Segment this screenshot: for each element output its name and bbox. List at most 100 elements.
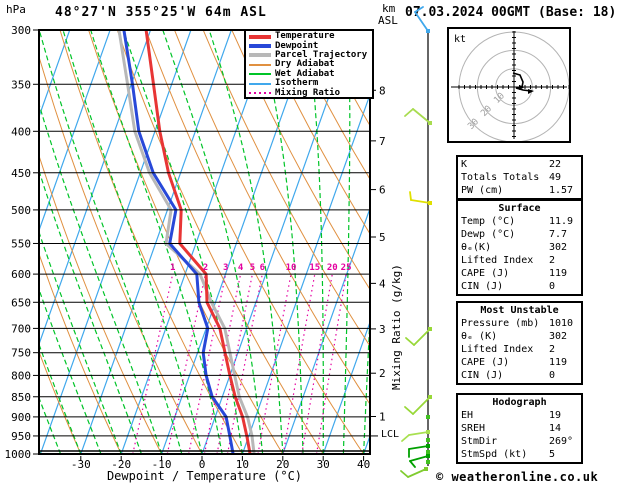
wind-barb-segment bbox=[409, 191, 412, 201]
table-row: Lifted Index 2 bbox=[461, 343, 578, 356]
row-label: SREH bbox=[461, 423, 486, 434]
mixing-ratio-value-label: 4 bbox=[238, 263, 244, 273]
row-label: Totals Totals bbox=[461, 172, 540, 183]
hodograph-stats-panel: Hodograph EH 19 SREH 14 StmDir 269° StmSpd … bbox=[456, 393, 583, 464]
row-label: Dewp (°C) bbox=[461, 229, 516, 240]
row-label: CIN (J) bbox=[461, 370, 504, 381]
row-label: Temp (°C) bbox=[461, 216, 516, 227]
row-label: CAPE (J) bbox=[461, 357, 510, 368]
dewpoint-line-swatch bbox=[249, 44, 271, 49]
table-row: Pressure (mb) 1010 bbox=[461, 317, 578, 330]
pressure-tick-label: 700 bbox=[11, 322, 31, 335]
mixing-ratio-value-label: 5 bbox=[250, 263, 255, 273]
wind-barb-segment bbox=[414, 6, 424, 13]
row-value: 1010 bbox=[549, 318, 574, 329]
wind-barb-segment bbox=[414, 11, 429, 32]
mixing-ratio-axis-label: Mixing Ratio (g/kg) bbox=[390, 264, 403, 390]
row-value: 2 bbox=[549, 255, 556, 266]
table-row: StmSpd (kt) 5 bbox=[461, 448, 578, 461]
pressure-tick-label: 900 bbox=[11, 411, 31, 424]
km-tick-label: 2 bbox=[379, 367, 386, 380]
table-row: CIN (J) 0 bbox=[461, 280, 578, 293]
row-value: 22 bbox=[549, 159, 562, 170]
dry-adiabat-line-swatch bbox=[249, 63, 271, 66]
table-row: CAPE (J) 119 bbox=[461, 356, 578, 369]
table-row: StmDir 269° bbox=[461, 435, 578, 448]
wind-barb-segment bbox=[408, 445, 429, 450]
row-label: CAPE (J) bbox=[461, 268, 510, 279]
row-value: 119 bbox=[549, 357, 568, 368]
row-value: 0 bbox=[549, 281, 556, 292]
table-row: CIN (J) 0 bbox=[461, 369, 578, 382]
mixing-ratio-value-label: 2 bbox=[203, 263, 208, 273]
row-value: 2 bbox=[549, 344, 556, 355]
pressure-tick-label: 450 bbox=[11, 167, 31, 180]
wind-barb bbox=[401, 430, 430, 442]
row-value: 14 bbox=[549, 423, 562, 434]
panel-header: Hodograph bbox=[492, 397, 547, 408]
wind-barb-segment bbox=[401, 434, 410, 442]
table-row: SREH 14 bbox=[461, 422, 578, 435]
row-value: 49 bbox=[549, 172, 562, 183]
wind-barb-segment bbox=[410, 199, 431, 204]
row-value: 7.7 bbox=[549, 229, 568, 240]
wind-barb-segment bbox=[409, 460, 416, 468]
mixing-ratio-line bbox=[282, 273, 316, 453]
surface-panel: Surface Temp (°C) 11.9 Dewp (°C) 7.7 θₑ(K)… bbox=[456, 199, 583, 296]
row-label: θₑ(K) bbox=[461, 242, 492, 253]
row-value: 119 bbox=[549, 268, 568, 279]
legend-item-temperature: Temperature bbox=[249, 32, 372, 41]
pressure-tick-label: 350 bbox=[11, 78, 31, 91]
mixing-ratio-value-label: 20 bbox=[327, 263, 338, 273]
wind-barb-segment bbox=[408, 431, 429, 436]
wind-barb bbox=[414, 6, 430, 33]
row-label: Lifted Index bbox=[461, 344, 534, 355]
panel-header: Surface bbox=[498, 203, 541, 214]
wind-level-dot bbox=[426, 450, 430, 454]
row-value: 11.9 bbox=[549, 216, 574, 227]
wind-barb-segment bbox=[407, 468, 427, 478]
hodograph-ring-label: 10 bbox=[492, 91, 507, 106]
row-label: StmDir bbox=[461, 436, 498, 447]
row-label: Pressure (mb) bbox=[461, 318, 540, 329]
km-tick-label: 7 bbox=[379, 135, 386, 148]
table-row: EH 19 bbox=[461, 409, 578, 422]
km-tick-label: 1 bbox=[379, 411, 386, 424]
table-row: Totals Totals 49 bbox=[461, 171, 578, 184]
pressure-tick-label: 1000 bbox=[5, 448, 32, 461]
row-label: PW (cm) bbox=[461, 185, 504, 196]
hodograph-chart: kt 102030 bbox=[451, 31, 570, 143]
pressure-tick-label: 750 bbox=[11, 347, 31, 360]
legend-item-isotherm: Isotherm bbox=[249, 79, 372, 88]
row-value: 5 bbox=[549, 449, 556, 460]
row-label: StmSpd (kt) bbox=[461, 449, 528, 460]
wind-barb-segment bbox=[404, 108, 414, 117]
mixing-ratio-value-label: 10 bbox=[286, 263, 297, 273]
pressure-tick-label: 950 bbox=[11, 430, 31, 443]
mixing-ratio-line-swatch bbox=[249, 92, 271, 95]
row-value: 1.57 bbox=[549, 185, 574, 196]
wind-level-dot bbox=[426, 415, 430, 419]
row-value: 19 bbox=[549, 410, 562, 421]
panel-header: Most Unstable bbox=[480, 305, 559, 316]
row-value: 302 bbox=[549, 331, 568, 342]
skewt-sounding-page: hPa 48°27'N 355°25'W 64m ASL km ASL 07.0… bbox=[0, 0, 629, 486]
pressure-tick-label: 550 bbox=[11, 237, 31, 250]
parcel-line-swatch bbox=[249, 53, 271, 58]
hodograph-panel: kt 10 20 30 bbox=[447, 27, 571, 143]
wind-barb bbox=[409, 191, 432, 205]
wind-barb-segment bbox=[405, 337, 415, 346]
wind-barb-segment bbox=[409, 455, 429, 462]
pressure-tick-label: 400 bbox=[11, 125, 31, 138]
mixing-ratio-value-label: 3 bbox=[223, 263, 228, 273]
most-unstable-panel: Most Unstable Pressure (mb) 1010 θₑ (K) 30… bbox=[456, 301, 583, 385]
pressure-tick-label: 800 bbox=[11, 369, 31, 382]
row-label: K bbox=[461, 159, 468, 170]
km-tick-label: 5 bbox=[379, 231, 386, 244]
wind-barb-segment bbox=[400, 470, 409, 478]
pressure-tick-label: 500 bbox=[11, 204, 31, 217]
km-tick-label: 4 bbox=[379, 277, 386, 290]
legend-label: Mixing Ratio bbox=[275, 87, 341, 98]
row-value: 0 bbox=[549, 370, 556, 381]
wind-barb-segment bbox=[404, 406, 414, 415]
